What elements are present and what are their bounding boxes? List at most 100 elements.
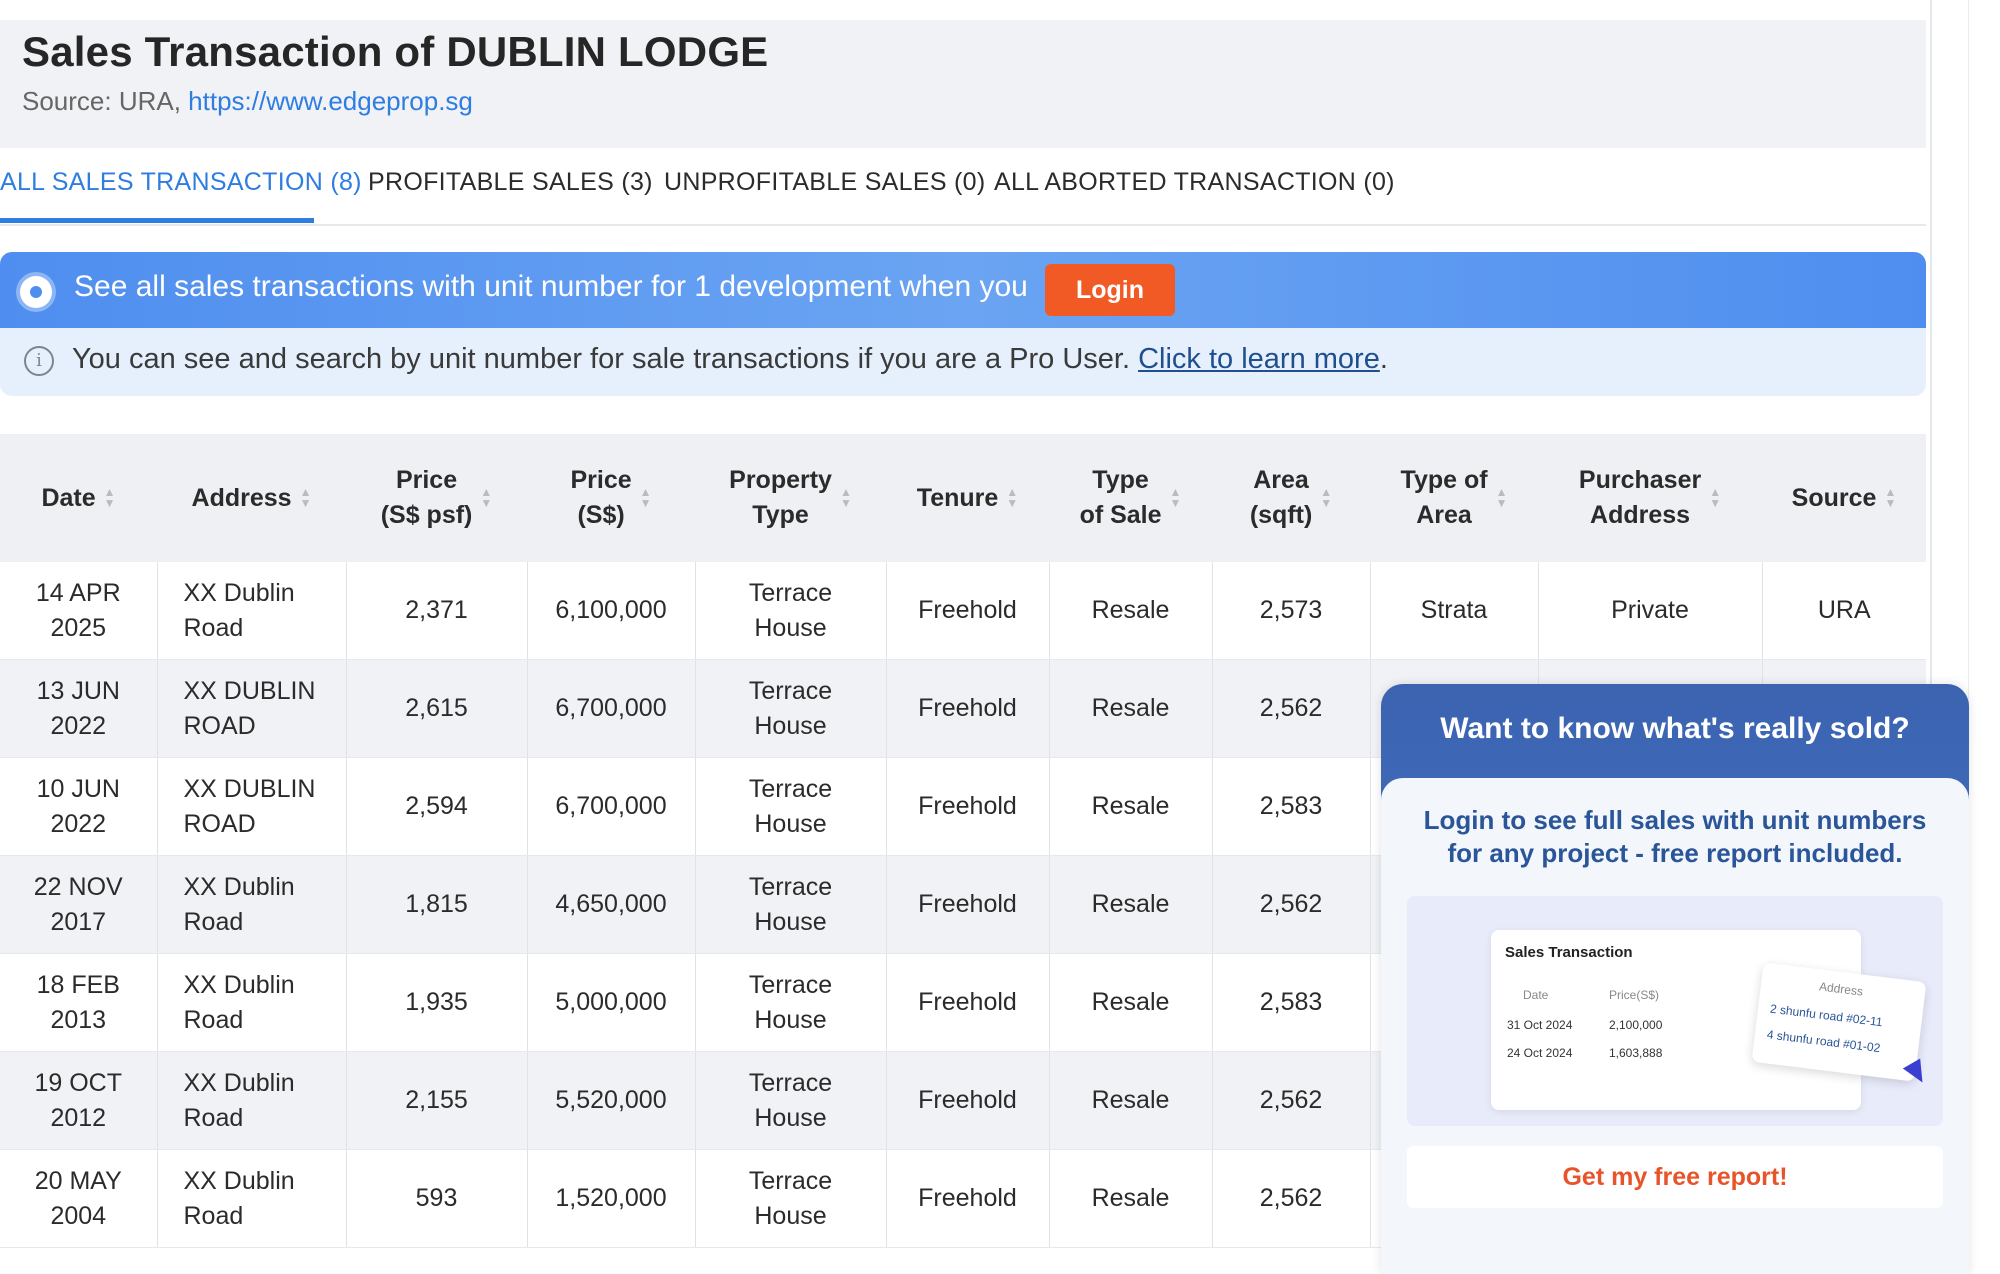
header-purchaser-address[interactable]: Purchaser Address▲ ▼ [1538, 434, 1762, 562]
tab-all-sales[interactable]: ALL SALES TRANSACTION (8) [0, 168, 362, 197]
cell-price: 1,520,000 [527, 1149, 696, 1248]
preview-col-date: Date [1523, 988, 1549, 1002]
header-date[interactable]: Date ▲ ▼ [0, 434, 157, 562]
cell-address: XX Dublin Road [157, 1149, 347, 1248]
sort-icon: ▲ ▼ [1006, 485, 1019, 511]
cell-tenure: Freehold [886, 1149, 1050, 1248]
cell-type-of-sale: Resale [1049, 1051, 1213, 1150]
sort-icon: ▲ ▼ [299, 485, 312, 511]
info-message: You can see and search by unit number fo… [72, 343, 1139, 375]
popup-subtitle: Login to see full sales with unit number… [1423, 805, 1927, 868]
header-address[interactable]: Address ▲ ▼ [157, 434, 346, 562]
cell-tenure: Freehold [886, 659, 1050, 758]
cell-price-psf: 2,594 [346, 757, 528, 856]
header-area[interactable]: Area (sqft)▲ ▼ [1212, 434, 1370, 562]
learn-more-link[interactable]: Click to learn more [1138, 343, 1380, 375]
preview-row-price: 1,603,888 [1609, 1046, 1663, 1060]
cell-address: XX Dublin Road [157, 953, 347, 1052]
active-tab-underline [0, 218, 314, 223]
sort-icon: ▲ ▼ [103, 485, 116, 511]
header-source[interactable]: Source ▲ ▼ [1762, 434, 1926, 562]
sort-icon: ▲ ▼ [1884, 485, 1897, 511]
cell-area: 2,562 [1212, 1051, 1371, 1150]
cell-property-type: Terrace House [695, 855, 887, 954]
page-title: Sales Transaction of DUBLIN LODGE [22, 28, 769, 75]
header-tenure[interactable]: Tenure ▲ ▼ [886, 434, 1049, 562]
cell-price-psf: 2,371 [346, 562, 528, 660]
sort-icon: ▲ ▼ [480, 485, 493, 510]
login-button[interactable]: Login [1045, 264, 1175, 316]
cell-property-type: Terrace House [695, 953, 887, 1052]
cell-price-psf: 593 [346, 1149, 528, 1248]
sort-icon: ▲ ▼ [1320, 485, 1333, 510]
cell-type-of-sale: Resale [1049, 855, 1213, 954]
cell-property-type: Terrace House [695, 1149, 887, 1248]
cell-area: 2,562 [1212, 659, 1371, 758]
cell-price-psf: 1,935 [346, 953, 528, 1052]
preview-col-address: Address [1818, 979, 1864, 999]
tab-aborted-transaction[interactable]: ALL ABORTED TRANSACTION (0) [994, 168, 1395, 197]
cell-type-of-sale: Resale [1049, 1149, 1213, 1248]
cell-price: 4,650,000 [527, 855, 696, 954]
sort-icon: ▲ ▼ [839, 485, 852, 510]
table-row: 14 APR 2025 XX Dublin Road 2,371 6,100,000… [0, 562, 1926, 660]
info-icon: i [24, 346, 54, 376]
preview-row-date: 24 Oct 2024 [1507, 1046, 1573, 1060]
transaction-tabs: ALL SALES TRANSACTION (8) PROFITABLE SAL… [0, 150, 1926, 226]
cell-tenure: Freehold [886, 855, 1050, 954]
cell-address: XX DUBLIN ROAD [157, 659, 347, 758]
cell-tenure: Freehold [886, 562, 1050, 660]
header-price-psf[interactable]: Price (S$ psf)▲ ▼ [346, 434, 527, 562]
cell-source: URA [1762, 562, 1926, 660]
header-type-of-sale[interactable]: Type of Sale▲ ▼ [1049, 434, 1212, 562]
info-suffix: . [1379, 343, 1388, 375]
cell-date: 19 OCT 2012 [0, 1051, 158, 1150]
info-bar: i You can see and search by unit number … [0, 328, 1926, 396]
preview-title: Sales Transaction [1505, 944, 1633, 961]
cell-price: 6,100,000 [527, 562, 696, 660]
sort-icon: ▲ ▼ [1169, 485, 1182, 510]
cell-property-type: Terrace House [695, 1051, 887, 1150]
cell-price: 6,700,000 [527, 757, 696, 856]
tab-unprofitable-sales[interactable]: UNPROFITABLE SALES (0) [664, 168, 986, 197]
cell-date: 22 NOV 2017 [0, 855, 158, 954]
cell-area: 2,562 [1212, 1149, 1371, 1248]
cell-date: 20 MAY 2004 [0, 1149, 158, 1248]
cell-address: XX DUBLIN ROAD [157, 757, 347, 856]
cell-property-type: Terrace House [695, 757, 887, 856]
cell-date: 14 APR 2025 [0, 562, 158, 660]
preview-row-price: 2,100,000 [1609, 1018, 1663, 1032]
header-price[interactable]: Price (S$)▲ ▼ [527, 434, 695, 562]
cell-tenure: Freehold [886, 953, 1050, 1052]
source-label: Source: URA, [22, 86, 189, 116]
cell-type-of-area: Strata [1370, 562, 1539, 660]
info-text: You can see and search by unit number fo… [72, 343, 1388, 376]
cell-property-type: Terrace House [695, 659, 887, 758]
preview-row-date: 31 Oct 2024 [1507, 1018, 1573, 1032]
cell-purchaser-address: Private [1538, 562, 1763, 660]
sort-icon: ▲ ▼ [639, 485, 652, 510]
cell-tenure: Freehold [886, 1051, 1050, 1150]
tab-profitable-sales[interactable]: PROFITABLE SALES (3) [368, 168, 653, 197]
cell-area: 2,573 [1212, 562, 1371, 660]
cell-tenure: Freehold [886, 757, 1050, 856]
header-property-type[interactable]: Property Type▲ ▼ [695, 434, 886, 562]
popup-title: Want to know what's really sold? [1440, 712, 1910, 745]
radio-dot-icon [20, 276, 52, 308]
header-type-of-area[interactable]: Type of Area▲ ▼ [1370, 434, 1538, 562]
cell-price: 5,000,000 [527, 953, 696, 1052]
promo-text: See all sales transactions with unit num… [74, 270, 1028, 303]
cell-property-type: Terrace House [695, 562, 887, 660]
cell-price-psf: 2,615 [346, 659, 528, 758]
cell-price: 5,520,000 [527, 1051, 696, 1150]
popup-body: Login to see full sales with unit number… [1381, 778, 1969, 1274]
get-free-report-button[interactable]: Get my free report! [1407, 1146, 1943, 1208]
table-header-row: Date ▲ ▼ Address ▲ ▼ Price (S$ psf)▲ ▼ Price (S… [0, 434, 1926, 562]
cell-price-psf: 1,815 [346, 855, 528, 954]
cell-address: XX Dublin Road [157, 562, 347, 660]
preview-address-card: Address 2 shunfu road #02-11 4 shunfu ro… [1751, 962, 1927, 1082]
preview-col-price: Price(S$) [1609, 988, 1660, 1002]
cell-type-of-sale: Resale [1049, 659, 1213, 758]
cell-area: 2,583 [1212, 757, 1371, 856]
source-link[interactable]: https://www.edgeprop.sg [188, 86, 473, 116]
